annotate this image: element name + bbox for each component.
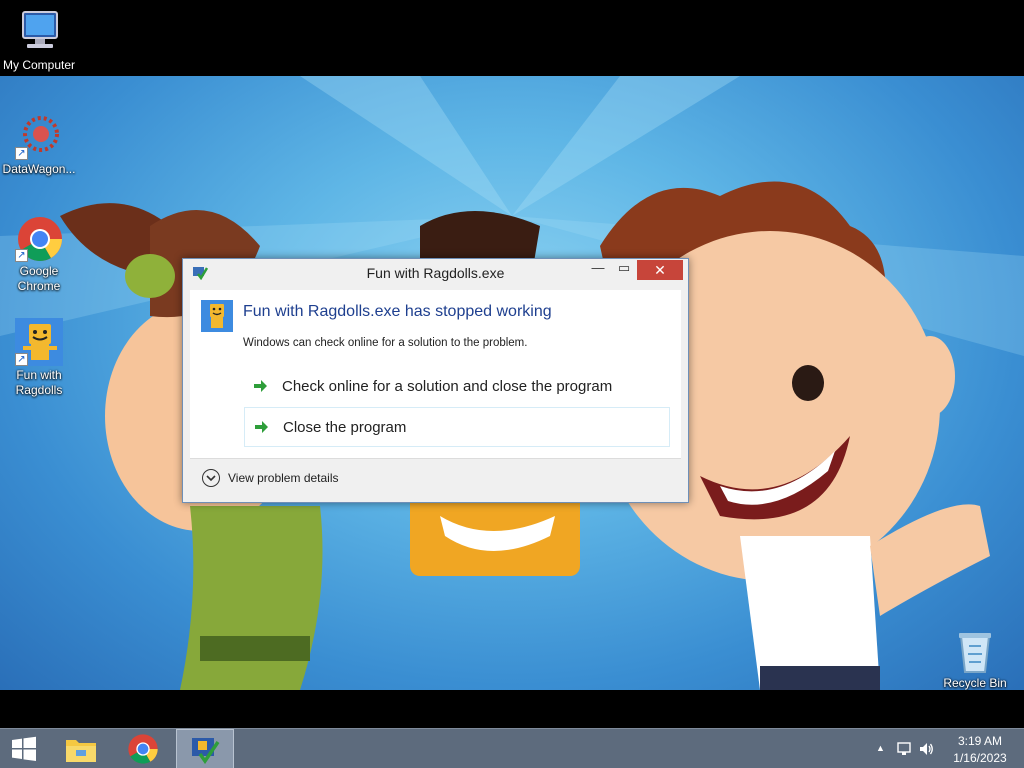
option-label: Close the program [283,418,407,436]
desktop-icon-label: Recycle Bin [943,676,1007,690]
dialog-titlebar[interactable]: Fun with Ragdolls.exe — ▭ ✕ [183,259,688,288]
maximize-button[interactable]: ▭ [611,260,637,280]
error-reporting-icon [192,738,220,764]
taskbar-google-chrome[interactable] [114,729,172,768]
chevron-down-icon[interactable] [202,469,220,487]
close-button[interactable]: ✕ [637,260,683,280]
app-crash-dialog: Fun with Ragdolls.exe — ▭ ✕ Fun with Rag… [182,258,689,503]
chrome-icon [128,734,158,764]
windows-logo-icon [12,736,36,761]
desktop-icon-google-chrome[interactable]: ↗ Google Chrome [0,214,78,294]
datawagon-icon: ↗ [15,112,63,160]
desktop-icon-recycle-bin[interactable]: Recycle Bin [936,630,1014,691]
desktop-icon-label: My Computer [2,58,76,72]
recycle-bin-icon [953,630,997,674]
green-arrow-icon [252,378,268,394]
error-heading: Fun with Ragdolls.exe has stopped workin… [243,303,552,320]
error-description: Windows can check online for a solution … [243,337,528,349]
desktop-icon-label: DataWagon... [2,162,76,176]
start-button[interactable] [0,729,48,768]
option-label: Check online for a solution and close th… [282,377,613,395]
shortcut-arrow-icon: ↗ [15,249,28,262]
volume-icon[interactable] [918,741,934,757]
taskbar: ▲ 3:19 AM 1/16/2023 [0,728,1024,768]
desktop-icon-my-computer[interactable]: My Computer [0,8,78,73]
shortcut-arrow-icon: ↗ [15,353,28,366]
dialog-body: Fun with Ragdolls.exe has stopped workin… [190,290,681,458]
green-arrow-icon [253,419,269,435]
chrome-icon: ↗ [15,214,63,262]
taskbar-fun-with-ragdolls[interactable] [176,729,234,768]
desktop-icon-fun-with-ragdolls[interactable]: ↗ Fun with Ragdolls [0,318,78,398]
clock-date[interactable]: 1/16/2023 [948,751,1012,765]
desktop-icon-datawagon[interactable]: ↗ DataWagon... [0,112,78,177]
ragdoll-icon: ↗ [15,318,63,366]
show-hidden-icons-icon[interactable]: ▲ [876,743,885,753]
view-problem-details-link[interactable]: View problem details [228,471,339,485]
ragdoll-icon [201,300,233,332]
close-program-option[interactable]: Close the program [244,407,670,447]
desktop: My Computer ↗ DataWagon... ↗ Google Chro… [0,0,1024,728]
check-online-option[interactable]: Check online for a solution and close th… [244,366,670,406]
network-icon[interactable] [896,741,912,757]
computer-icon [15,8,63,56]
taskbar-file-explorer[interactable] [52,729,110,768]
desktop-icon-label: Fun with Ragdolls [15,368,63,397]
desktop-icon-label: Google Chrome [17,264,61,293]
dialog-footer: View problem details [190,458,681,496]
shortcut-arrow-icon: ↗ [15,147,28,160]
folder-icon [66,740,96,762]
minimize-button[interactable]: — [585,260,611,280]
clock-time[interactable]: 3:19 AM [954,734,1006,748]
